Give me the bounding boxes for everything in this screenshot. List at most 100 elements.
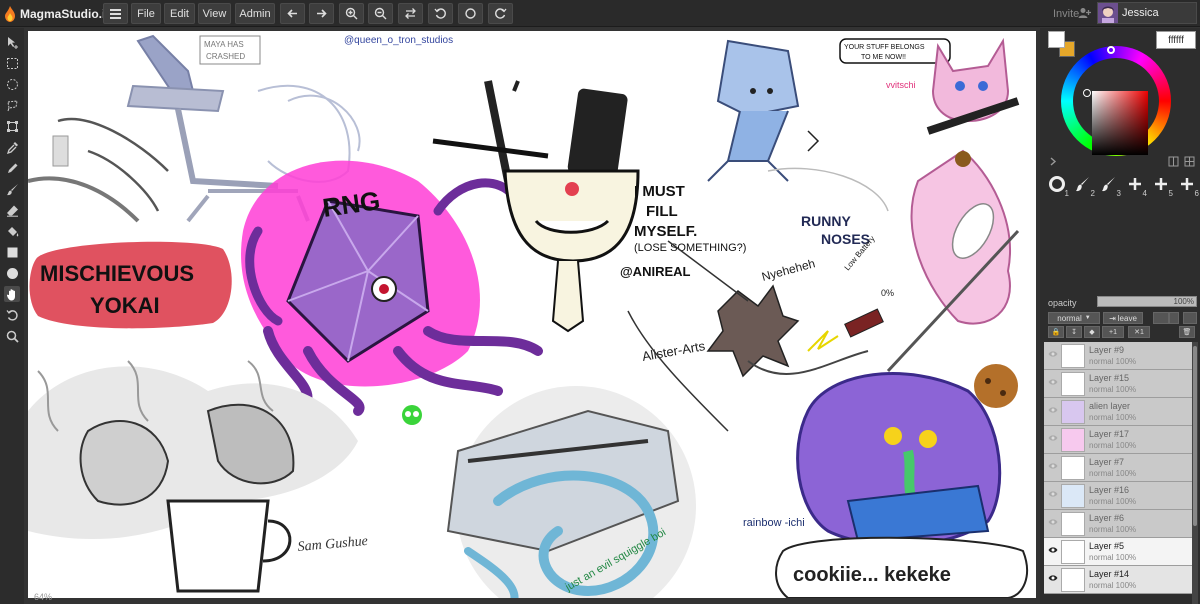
leave-layer-button[interactable]: ⇥ leave — [1103, 312, 1143, 324]
brush-tool[interactable] — [4, 181, 20, 197]
layer-item[interactable]: Layer #17 normal 100% — [1044, 426, 1192, 454]
layer-list-scrollbar[interactable] — [1192, 342, 1198, 604]
add-user-icon[interactable] — [1078, 7, 1091, 19]
arrow-left-icon — [287, 9, 297, 18]
eye-icon[interactable] — [1048, 490, 1058, 498]
eye-icon[interactable] — [1048, 518, 1058, 526]
yokai-banner: MISCHIEVOUS YOKAI — [29, 241, 232, 329]
lock-layer-button[interactable]: 🔒 — [1048, 326, 1064, 338]
brush-preset-2[interactable]: 2 — [1074, 175, 1095, 198]
chevron-right-icon[interactable] — [1048, 156, 1059, 167]
edit-menu-button[interactable]: Edit — [164, 3, 195, 24]
layer-thumbnail — [1061, 400, 1085, 424]
opacity-slider[interactable]: 100% — [1097, 296, 1197, 307]
leave-label: leave — [1117, 313, 1137, 323]
speech-line1: YOUR STUFF BELONGS — [844, 44, 925, 51]
zoom-out-button[interactable] — [368, 3, 393, 24]
rect-select-icon — [6, 57, 18, 69]
brush-preset-6[interactable]: 6 — [1178, 175, 1199, 198]
brush-preset-3[interactable]: 3 — [1100, 175, 1121, 198]
lasso-tool[interactable] — [4, 97, 20, 113]
layer-options-button[interactable] — [1169, 312, 1179, 324]
add-layer-button[interactable]: +1 — [1102, 326, 1124, 338]
eye-icon[interactable] — [1048, 434, 1058, 442]
swap-arrows-icon — [405, 8, 416, 19]
layer-thumbnail — [1061, 372, 1085, 396]
admin-menu-button[interactable]: Admin — [235, 3, 275, 24]
layer-mode: normal 100% — [1089, 413, 1137, 422]
transform-tool[interactable] — [4, 118, 20, 134]
hex-color-input[interactable]: ffffff — [1156, 31, 1196, 49]
rotate-left-button[interactable] — [428, 3, 453, 24]
reset-rotation-button[interactable] — [458, 3, 483, 24]
zoom-level: 64% — [34, 592, 53, 602]
layer-item[interactable]: Layer #9 normal 100% — [1044, 342, 1192, 370]
layer-item[interactable]: Layer #7 normal 100% — [1044, 454, 1192, 482]
file-menu-button[interactable]: File — [131, 3, 161, 24]
layer-thumbnail — [1061, 540, 1085, 564]
layer-item[interactable]: alien layer normal 100% — [1044, 398, 1192, 426]
hand-tool[interactable] — [4, 286, 20, 302]
eye-icon[interactable] — [1048, 378, 1058, 386]
rotate-right-button[interactable] — [488, 3, 513, 24]
pencil-tool[interactable] — [4, 160, 20, 176]
eraser-tool[interactable] — [4, 202, 20, 218]
eye-icon[interactable] — [1048, 546, 1058, 554]
eye-icon[interactable] — [1048, 406, 1058, 414]
zoom-in-button[interactable] — [339, 3, 364, 24]
layer-item[interactable]: Layer #14 normal 100% — [1044, 566, 1192, 594]
eye-icon[interactable] — [1048, 462, 1058, 470]
saturation-value-handle[interactable] — [1083, 89, 1091, 97]
eyedropper-tool[interactable] — [4, 139, 20, 155]
layer-item-selected[interactable]: Layer #5 normal 100% — [1044, 538, 1192, 566]
eye-icon[interactable] — [1048, 350, 1058, 358]
undo-arrow-button[interactable] — [280, 3, 305, 24]
blend-mode-select[interactable]: normal ▼ — [1048, 312, 1100, 324]
invite-link[interactable]: Invite — [1053, 8, 1079, 20]
fill-tool[interactable] — [4, 223, 20, 239]
user-menu[interactable]: Jessica — [1097, 2, 1197, 24]
remove-layer-button[interactable]: ✕1 — [1128, 326, 1150, 338]
duplicate-layer-button[interactable] — [1153, 312, 1169, 324]
eye-icon[interactable] — [1048, 574, 1058, 582]
ellipse-select-tool[interactable] — [4, 76, 20, 92]
flip-view-button[interactable] — [398, 3, 423, 24]
primary-color-swatch[interactable] — [1048, 31, 1065, 48]
view-menu-button[interactable]: View — [198, 3, 231, 24]
layer-list: Layer #9 normal 100% Layer #15 normal 10… — [1044, 342, 1192, 604]
move-tool[interactable] — [4, 34, 20, 50]
scrollbar-thumb[interactable] — [1193, 346, 1197, 526]
layer-mode: normal 100% — [1089, 385, 1137, 394]
grid-layout-icon[interactable] — [1184, 156, 1195, 167]
layer-item[interactable]: Layer #15 normal 100% — [1044, 370, 1192, 398]
hue-handle[interactable] — [1107, 46, 1115, 54]
redo-arrow-button[interactable] — [309, 3, 334, 24]
rectangle-tool[interactable] — [4, 244, 20, 260]
layer-item[interactable]: Layer #16 normal 100% — [1044, 482, 1192, 510]
brush-preset-4[interactable]: 4 — [1126, 175, 1147, 198]
zero-pct-text: 0% — [881, 288, 894, 298]
hamburger-menu-button[interactable] — [103, 3, 128, 24]
delete-layer-button[interactable] — [1183, 312, 1197, 324]
merge-down-button[interactable]: ↧ — [1066, 326, 1082, 338]
rotate-tool[interactable] — [4, 307, 20, 323]
zoom-in-icon — [345, 7, 358, 20]
round-brush-icon — [1049, 176, 1065, 192]
trash-icon[interactable]: 🗑 — [1179, 326, 1195, 338]
clear-layer-button[interactable]: ◆ — [1084, 326, 1100, 338]
panel-layout-icon[interactable] — [1168, 156, 1179, 167]
rotate-view-icon — [5, 309, 18, 321]
saturation-value-square[interactable] — [1092, 91, 1148, 155]
pink-cat: YOUR STUFF BELONGS TO ME NOW!! — [839, 37, 1020, 325]
drawing-canvas[interactable]: MAYA HAS CRASHED @queen_o_tron_studios M… — [28, 31, 1036, 598]
layer-mode: normal 100% — [1089, 469, 1137, 478]
brush-presets: 1 2 3 4 5 6 — [1048, 175, 1199, 198]
zoom-tool[interactable] — [4, 328, 20, 344]
brush-preset-5[interactable]: 5 — [1152, 175, 1173, 198]
rect-select-tool[interactable] — [4, 55, 20, 71]
ellipse-tool[interactable] — [4, 265, 20, 281]
brush-preset-1[interactable]: 1 — [1048, 175, 1069, 198]
layer-item[interactable]: Layer #6 normal 100% — [1044, 510, 1192, 538]
color-wheel[interactable] — [1061, 46, 1171, 156]
app-logo[interactable]: MagmaStudio.io — [4, 5, 113, 23]
